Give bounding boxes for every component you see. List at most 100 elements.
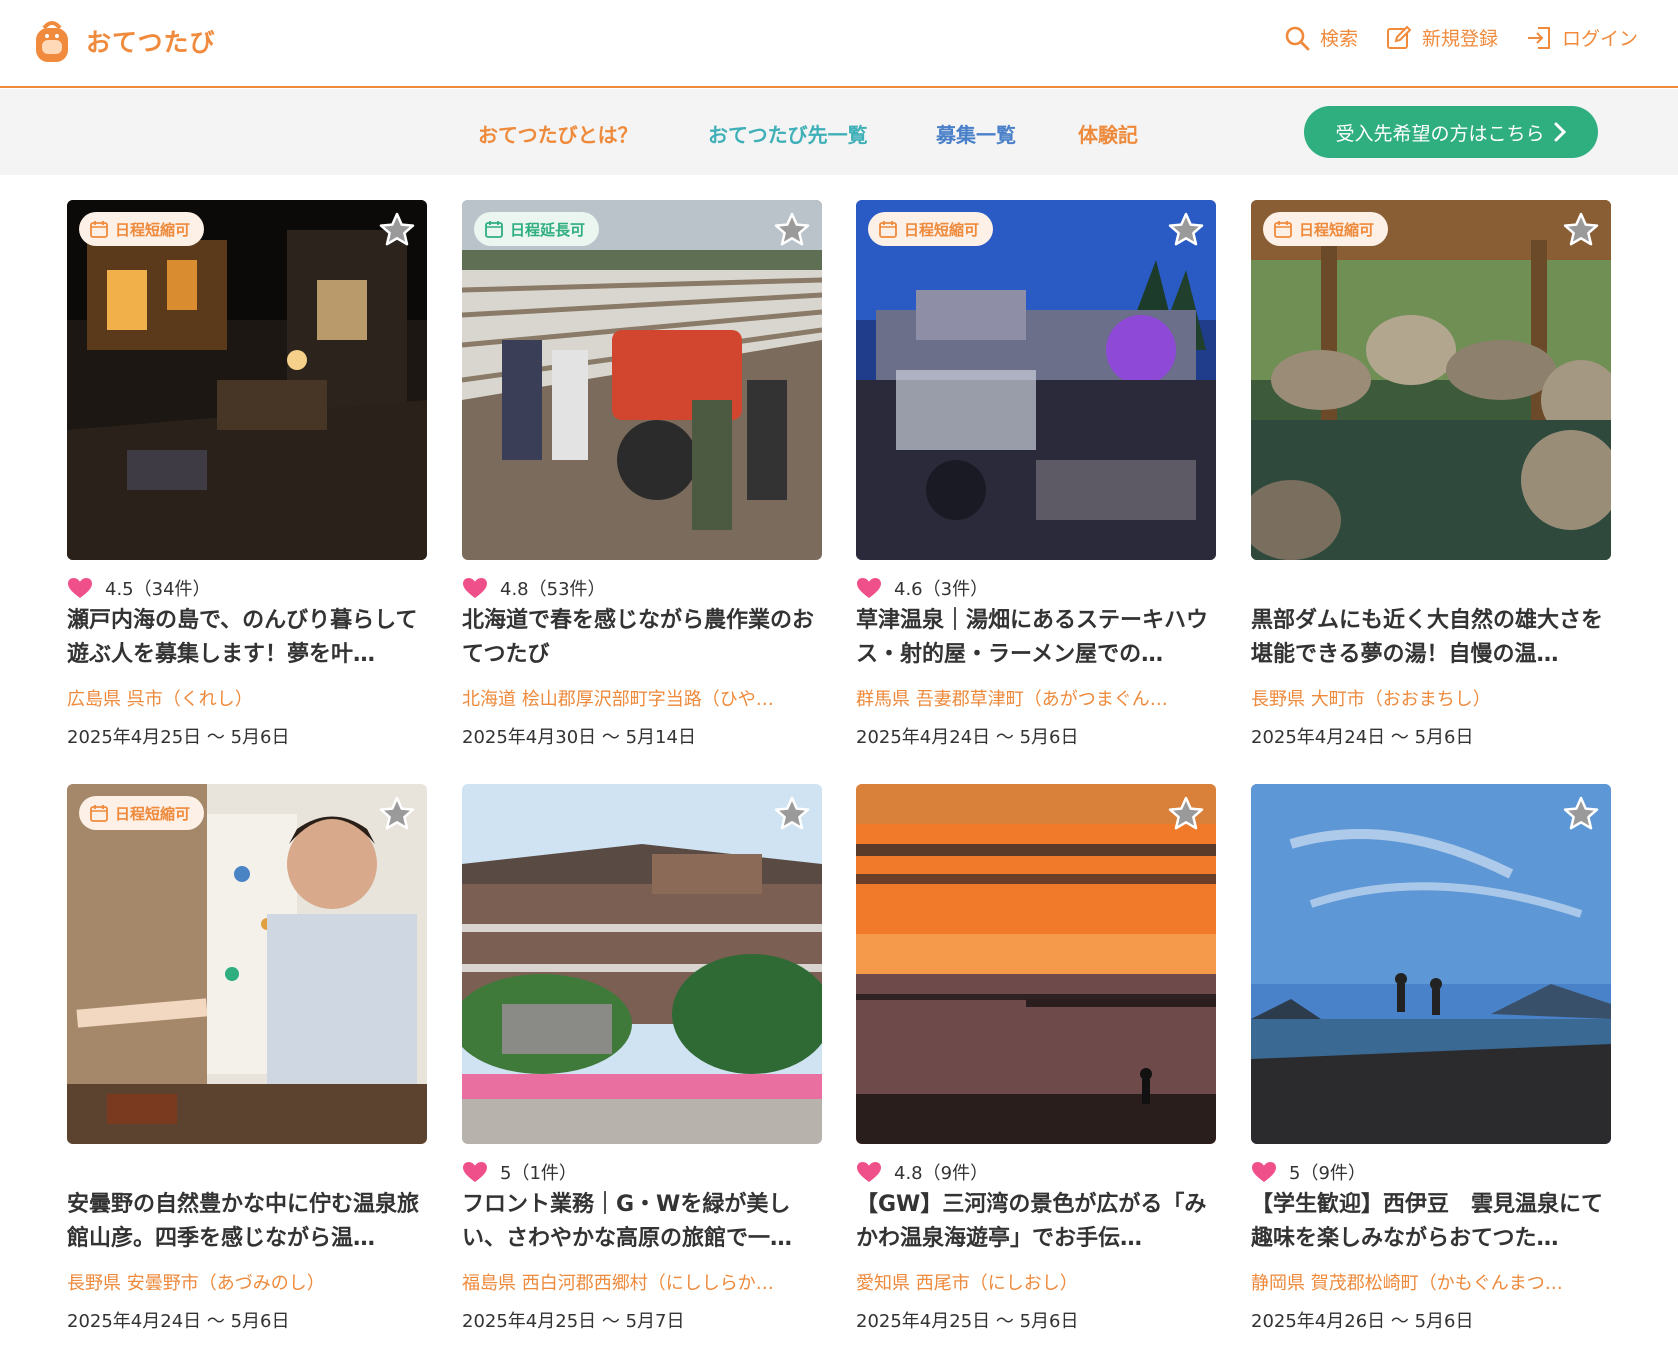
rating-text: 4.8（53件）	[500, 579, 606, 600]
listing-card[interactable]: 5（1件） フロント業務｜G・Wを緑が美しい、さわやかな高原の旅館で一… 福島県…	[462, 784, 822, 1344]
star-favorite-icon[interactable]	[772, 210, 812, 250]
rating: 4.8（9件）	[856, 1160, 988, 1184]
listing-location: 長野県 大町市（おおまちし）	[1251, 689, 1491, 710]
listing-dates: 2025年4月24日 〜 5月6日	[67, 1311, 290, 1332]
listing-title[interactable]: 【学生歓迎】西伊豆 雲見温泉にて趣味を楽しみながらおてつた…	[1251, 1188, 1611, 1256]
site-header: おてつたび 検索 新規登録 ログイン	[0, 0, 1678, 88]
listing-dates: 2025年4月25日 〜 5月7日	[462, 1311, 685, 1332]
nav-recruit[interactable]: 募集一覧	[936, 119, 1016, 148]
search-button[interactable]: 検索	[1284, 24, 1358, 51]
nav-hosts[interactable]: おてつたび先一覧	[708, 119, 868, 148]
search-icon	[1285, 26, 1310, 50]
star-favorite-icon[interactable]	[1561, 210, 1601, 250]
listing-photo	[856, 784, 1216, 1144]
badge-label: 日程短縮可	[1299, 220, 1375, 239]
listing-title[interactable]: 瀬戸内海の島で、のんびり暮らして遊ぶ人を募集します！夢を叶…	[67, 604, 427, 672]
heart-icon	[1252, 1162, 1276, 1182]
badge-label: 日程短縮可	[904, 220, 980, 239]
star-favorite-icon[interactable]	[377, 794, 417, 834]
listing-dates: 2025年4月26日 〜 5月6日	[1251, 1311, 1474, 1332]
listing-location: 長野県 安曇野市（あづみのし）	[67, 1273, 325, 1294]
nav-about[interactable]: おてつたびとは？	[478, 119, 638, 148]
schedule-badge: 日程短縮可	[79, 212, 205, 246]
rating-text: 5（1件）	[500, 1163, 577, 1184]
listing-location: 広島県 呉市（くれし）	[67, 689, 253, 710]
listing-location: 群馬県 吾妻郡草津町（あがつまぐん…	[856, 689, 1168, 710]
badge-label: 日程短縮可	[115, 804, 191, 823]
logo[interactable]: おてつたび	[30, 18, 216, 64]
edit-icon	[1386, 25, 1412, 49]
calendar-icon	[485, 221, 503, 238]
listing-photo: 日程短縮可	[67, 784, 427, 1144]
listing-photo	[462, 784, 822, 1144]
main-nav: おてつたびとは？ おてつたび先一覧 募集一覧 体験記 受入先希望の方はこちら	[0, 89, 1678, 175]
listing-location: 静岡県 賀茂郡松崎町（かもぐんまつ…	[1251, 1273, 1563, 1294]
rating: 4.5（34件）	[67, 576, 211, 600]
logo-text: おてつたび	[86, 28, 216, 57]
search-label: 検索	[1319, 28, 1358, 50]
schedule-badge: 日程短縮可	[1263, 212, 1389, 246]
listing-title[interactable]: フロント業務｜G・Wを緑が美しい、さわやかな高原の旅館で一…	[462, 1188, 822, 1256]
listing-dates: 2025年4月25日 〜 5月6日	[856, 1311, 1079, 1332]
star-favorite-icon[interactable]	[1166, 794, 1206, 834]
backpack-logo-icon	[30, 18, 74, 64]
heart-icon	[857, 1162, 881, 1182]
login-label: ログイン	[1561, 28, 1638, 50]
heart-icon	[463, 1162, 487, 1182]
star-favorite-icon[interactable]	[1166, 210, 1206, 250]
listing-title[interactable]: 北海道で春を感じながら農作業のおてつたび	[462, 604, 822, 672]
listing-photo: 日程延長可	[462, 200, 822, 560]
star-favorite-icon[interactable]	[377, 210, 417, 250]
listing-photo: 日程短縮可	[67, 200, 427, 560]
host-application-label: 受入先希望の方はこちら	[1335, 122, 1545, 145]
listing-card[interactable]: 日程短縮可 4.5（34件） 瀬戸内海の島で、のんびり暮らして遊ぶ人を募集します…	[67, 200, 427, 760]
rating-text: 5（9件）	[1289, 1163, 1366, 1184]
rating: 4.6（3件）	[856, 576, 988, 600]
listing-title[interactable]: 黒部ダムにも近く大自然の雄大さを堪能できる夢の湯！自慢の温…	[1251, 604, 1611, 672]
badge-label: 日程延長可	[510, 220, 586, 239]
star-favorite-icon[interactable]	[772, 794, 812, 834]
listing-card[interactable]: 日程延長可 4.8（53件） 北海道で春を感じながら農作業のおてつたび 北海道 …	[462, 200, 822, 760]
chevron-right-icon	[1554, 122, 1566, 142]
listing-title[interactable]: 草津温泉｜湯畑にあるステーキハウス・射的屋・ラーメン屋での…	[856, 604, 1216, 672]
listing-card[interactable]: 5（9件） 【学生歓迎】西伊豆 雲見温泉にて趣味を楽しみながらおてつた… 静岡県…	[1251, 784, 1611, 1344]
listing-location: 福島県 西白河郡西郷村（にししらか…	[462, 1273, 774, 1294]
badge-label: 日程短縮可	[115, 220, 191, 239]
listing-dates: 2025年4月25日 〜 5月6日	[67, 727, 290, 748]
nav-reports[interactable]: 体験記	[1078, 119, 1138, 148]
listing-card[interactable]: 日程短縮可 安曇野の自然豊かな中に佇む温泉旅館山彦。四季を感じながら温… 長野県…	[67, 784, 427, 1344]
listing-dates: 2025年4月24日 〜 5月6日	[856, 727, 1079, 748]
login-icon	[1527, 26, 1550, 49]
heart-icon	[463, 578, 487, 598]
listing-photo	[1251, 784, 1611, 1144]
listing-dates: 2025年4月24日 〜 5月6日	[1251, 727, 1474, 748]
calendar-icon	[879, 221, 897, 238]
heart-icon	[857, 578, 881, 598]
listing-card[interactable]: 4.8（9件） 【GW】三河湾の景色が広がる「みかわ温泉海遊亭」でお手伝… 愛知…	[856, 784, 1216, 1344]
heart-icon	[68, 578, 92, 598]
listing-photo: 日程短縮可	[856, 200, 1216, 560]
listing-title[interactable]: 【GW】三河湾の景色が広がる「みかわ温泉海遊亭」でお手伝…	[856, 1188, 1216, 1256]
header-actions: 検索 新規登録 ログイン	[1256, 24, 1638, 51]
signup-button[interactable]: 新規登録	[1386, 24, 1498, 51]
schedule-badge: 日程短縮可	[868, 212, 994, 246]
listing-title[interactable]: 安曇野の自然豊かな中に佇む温泉旅館山彦。四季を感じながら温…	[67, 1188, 427, 1256]
star-favorite-icon[interactable]	[1561, 794, 1601, 834]
rating: 4.8（53件）	[462, 576, 606, 600]
login-button[interactable]: ログイン	[1526, 24, 1638, 51]
listing-card[interactable]: 日程短縮可 黒部ダムにも近く大自然の雄大さを堪能できる夢の湯！自慢の温… 長野県…	[1251, 200, 1611, 760]
listing-card[interactable]: 日程短縮可 4.6（3件） 草津温泉｜湯畑にあるステーキハウス・射的屋・ラーメン…	[856, 200, 1216, 760]
listing-photo: 日程短縮可	[1251, 200, 1611, 560]
signup-label: 新規登録	[1421, 28, 1498, 50]
listing-location: 北海道 桧山郡厚沢部町字当路（ひや…	[462, 689, 774, 710]
host-application-button[interactable]: 受入先希望の方はこちら	[1304, 106, 1598, 158]
rating: 5（9件）	[1251, 1160, 1366, 1184]
calendar-icon	[90, 221, 108, 238]
listing-location: 愛知県 西尾市（にしおし）	[856, 1273, 1078, 1294]
schedule-badge: 日程延長可	[474, 212, 600, 246]
rating-text: 4.8（9件）	[894, 1163, 989, 1184]
rating: 5（1件）	[462, 1160, 577, 1184]
calendar-icon	[90, 805, 108, 822]
rating-text: 4.5（34件）	[105, 579, 211, 600]
listing-dates: 2025年4月30日 〜 5月14日	[462, 727, 696, 748]
